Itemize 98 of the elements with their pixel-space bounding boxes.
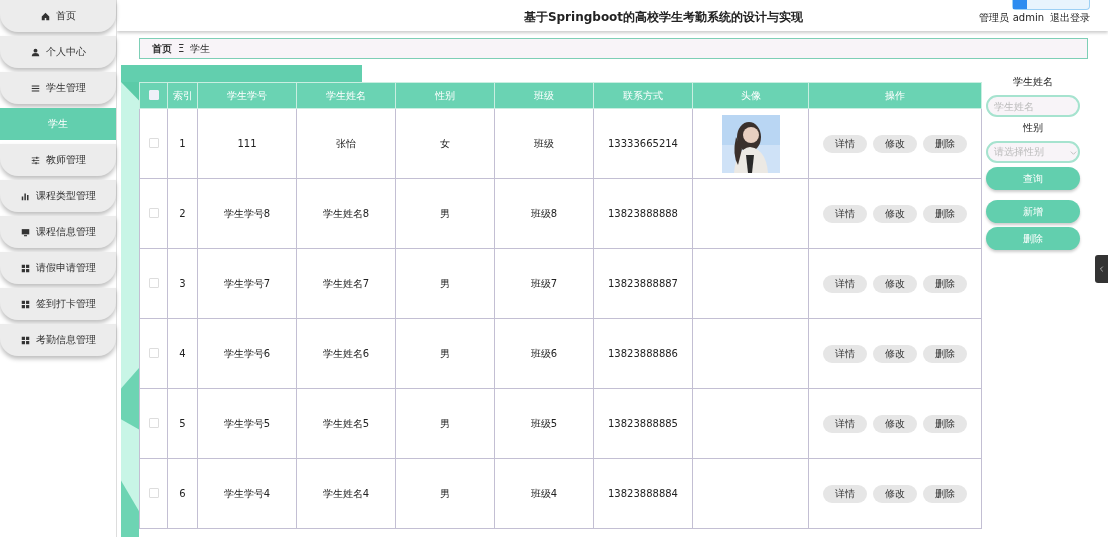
table-cell: 5 <box>167 388 198 459</box>
action-button[interactable]: 详情 <box>823 274 867 293</box>
page-title: 基于Springboot的高校学生考勤系统的设计与实现 <box>522 9 805 26</box>
table-cell: 班级4 <box>494 458 594 529</box>
sidebar-item[interactable]: 个人中心 <box>0 36 116 68</box>
action-button[interactable]: 修改 <box>873 484 917 503</box>
sidebar-item[interactable]: 教师管理 <box>0 144 116 176</box>
action-button[interactable]: 删除 <box>923 134 967 153</box>
column-header: 联系方式 <box>593 82 693 109</box>
table-cell: 学生姓名4 <box>296 458 396 529</box>
checkbox[interactable] <box>148 277 159 288</box>
table-cell: 女 <box>395 108 495 179</box>
table-cell: 学生学号4 <box>197 458 297 529</box>
table-cell: 13823888884 <box>593 458 693 529</box>
sidebar-item[interactable]: 学生管理 <box>0 72 116 104</box>
column-header: 性别 <box>395 82 495 109</box>
action-button[interactable]: 修改 <box>873 344 917 363</box>
action-button[interactable]: 详情 <box>823 344 867 363</box>
action-button[interactable]: 详情 <box>823 204 867 223</box>
table-cell: 学生学号6 <box>197 318 297 389</box>
column-header: 班级 <box>494 82 594 109</box>
table-cell: 班级5 <box>494 388 594 459</box>
breadcrumb-link[interactable]: 学生 <box>190 41 211 56</box>
field-label: 学生姓名 <box>1012 75 1053 90</box>
sidebar-item[interactable]: 首页 <box>0 0 116 32</box>
sidebar-item[interactable]: 课程信息管理 <box>0 216 116 248</box>
floating-widget[interactable] <box>1012 0 1090 10</box>
chevron-left-icon <box>1097 265 1106 273</box>
table-cell: 学生姓名7 <box>296 248 396 319</box>
bar-chart-icon <box>20 191 30 201</box>
table-cell: 13823888887 <box>593 248 693 319</box>
table-cell: 4 <box>167 318 198 389</box>
field-label: 性别 <box>1022 121 1043 136</box>
table-cell: 男 <box>395 388 495 459</box>
table-cell: 学生姓名5 <box>296 388 396 459</box>
table-cell: 1 <box>167 108 198 179</box>
table-cell: 班级8 <box>494 178 594 249</box>
table-cell: 学生学号5 <box>197 388 297 459</box>
action-button[interactable]: 详情 <box>823 414 867 433</box>
sidebar-item[interactable]: 签到打卡管理 <box>0 288 116 320</box>
grid-icon <box>20 335 30 345</box>
logout-link[interactable]: 退出登录 <box>1050 11 1090 25</box>
table-cell: 6 <box>167 458 198 529</box>
action-button[interactable]: 删除 <box>923 274 967 293</box>
table-cell: 班级6 <box>494 318 594 389</box>
table-cell: 13823888888 <box>593 178 693 249</box>
table-cell: 学生姓名8 <box>296 178 396 249</box>
checkbox[interactable] <box>148 487 159 498</box>
table-cell: 13823888885 <box>593 388 693 459</box>
column-header: 索引 <box>167 82 198 109</box>
breadcrumb-link[interactable]: 首页 <box>152 41 172 56</box>
user-label: 管理员 admin <box>979 11 1044 25</box>
action-button[interactable]: 修改 <box>873 414 917 433</box>
table-cell: 男 <box>395 318 495 389</box>
table-cell: 男 <box>395 178 495 249</box>
breadcrumb-separator: Ξ <box>178 43 185 55</box>
collapse-tab[interactable] <box>1095 255 1108 283</box>
action-button[interactable]: 删除 <box>923 484 967 503</box>
table-cell: 13823888886 <box>593 318 693 389</box>
grid-icon <box>20 299 30 309</box>
table-cell: 班级7 <box>494 248 594 319</box>
table-cell: 111 <box>197 108 297 179</box>
action-button[interactable]: 删除 <box>923 414 967 433</box>
user-icon <box>30 47 40 57</box>
action-button[interactable]: 修改 <box>873 204 917 223</box>
home-icon <box>40 11 50 21</box>
checkbox[interactable] <box>148 347 159 358</box>
action-button[interactable]: 详情 <box>823 484 867 503</box>
list-icon <box>30 83 40 93</box>
table-cell: 张怡 <box>296 108 396 179</box>
table-cell: 男 <box>395 458 495 529</box>
sidebar-item[interactable]: 考勤信息管理 <box>0 324 116 356</box>
action-button[interactable]: 详情 <box>823 134 867 153</box>
checkbox[interactable] <box>148 207 159 218</box>
checkbox[interactable] <box>148 417 159 428</box>
table-cell: 学生学号7 <box>197 248 297 319</box>
sidebar-item[interactable]: 请假申请管理 <box>0 252 116 284</box>
action-button[interactable]: 修改 <box>873 274 917 293</box>
sidebar-item[interactable]: 课程类型管理 <box>0 180 116 212</box>
table-cell: 男 <box>395 248 495 319</box>
action-button[interactable]: 修改 <box>873 134 917 153</box>
action-button[interactable]: 删除 <box>923 344 967 363</box>
checkbox[interactable] <box>148 137 159 148</box>
action-button[interactable]: 删除 <box>923 204 967 223</box>
table-cell: 2 <box>167 178 198 249</box>
checkbox[interactable] <box>148 89 159 100</box>
grid-icon <box>20 263 30 273</box>
monitor-icon <box>20 227 30 237</box>
table-cell: 学生姓名6 <box>296 318 396 389</box>
table-cell: 班级 <box>494 108 594 179</box>
column-header: 学生学号 <box>197 82 297 109</box>
sliders-icon <box>30 155 40 165</box>
table-cell: 3 <box>167 248 198 319</box>
table-cell: 学生学号8 <box>197 178 297 249</box>
column-header: 学生姓名 <box>296 82 396 109</box>
column-header: 操作 <box>808 82 982 109</box>
column-header: 头像 <box>692 82 809 109</box>
table-cell: 13333665214 <box>593 108 693 179</box>
